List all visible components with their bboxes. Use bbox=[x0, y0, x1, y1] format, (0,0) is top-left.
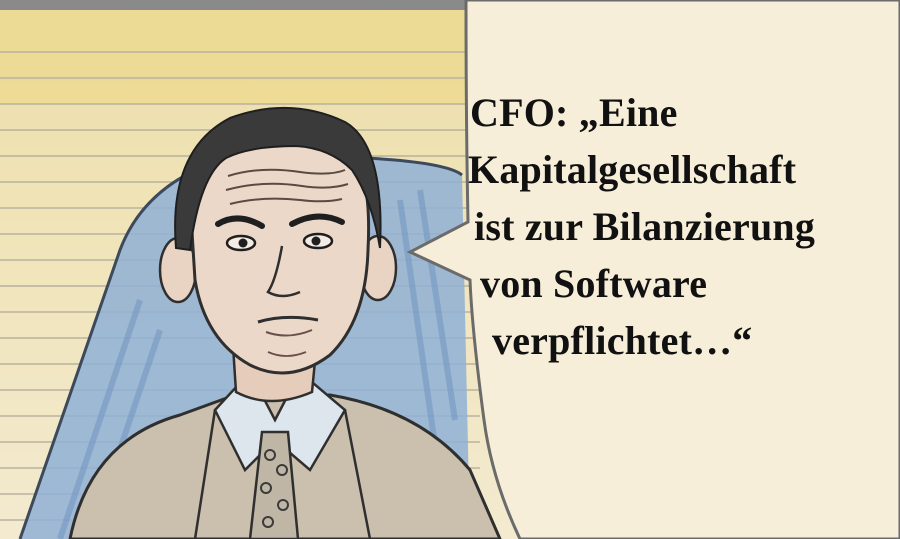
comic-panel: CFO: „Eine Kapitalgesellschaft ist zur B… bbox=[0, 0, 900, 539]
speech-line-3: ist zur Bilanzierung bbox=[474, 204, 816, 249]
speech-line-4: von Software bbox=[480, 261, 708, 306]
speech-line-1: CFO: „Eine bbox=[470, 90, 678, 135]
speech-line-5: verpflichtet…“ bbox=[492, 318, 753, 363]
speech-line-2: Kapitalgesellschaft bbox=[468, 147, 797, 192]
top-dark-strip bbox=[0, 0, 480, 10]
speech-bubble-text: CFO: „Eine Kapitalgesellschaft ist zur B… bbox=[468, 84, 898, 369]
right-pupil bbox=[311, 236, 321, 246]
left-pupil bbox=[238, 238, 248, 248]
top-yellow-band bbox=[0, 10, 480, 105]
